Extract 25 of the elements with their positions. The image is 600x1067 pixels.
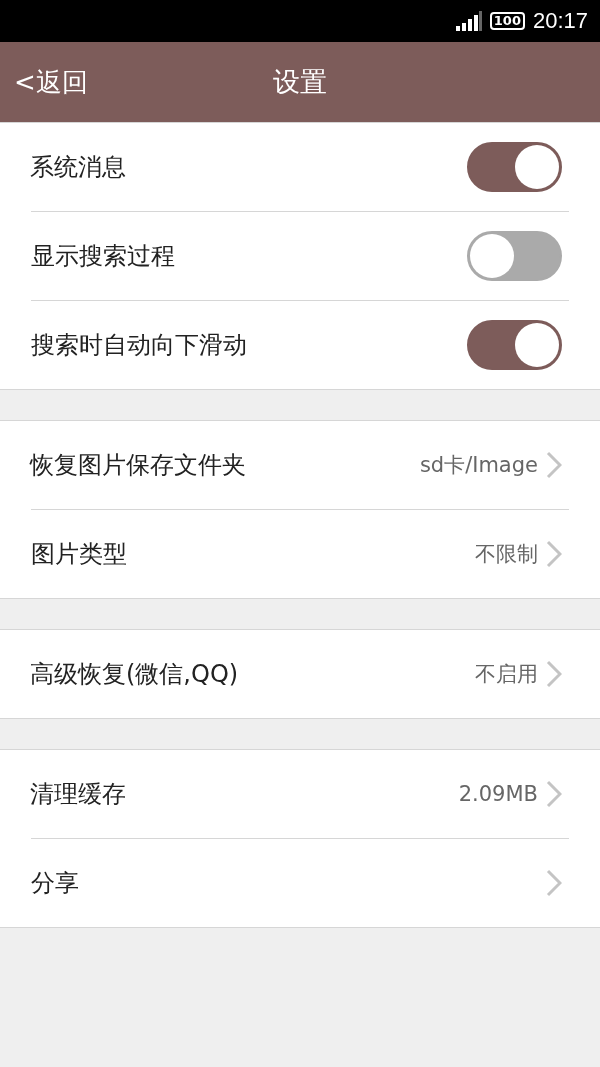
setting-label[interactable]: 恢复图片保存文件夹	[30, 449, 420, 481]
setting-value: 不启用	[475, 661, 538, 688]
toggle-switch[interactable]	[467, 320, 562, 370]
signal-icon	[455, 11, 482, 31]
clock-time: 20:17	[532, 8, 588, 34]
toggle-switch[interactable]	[467, 142, 562, 192]
setting-label: 系统消息	[30, 152, 127, 183]
setting-label[interactable]: 清理缓存	[30, 778, 459, 810]
page-title: 设置	[273, 65, 327, 99]
chevron-icon	[546, 780, 562, 808]
battery-level: 100	[489, 12, 525, 30]
setting-label: 显示搜索过程	[31, 241, 176, 272]
setting-value: 不限制	[475, 541, 538, 568]
setting-label[interactable]: 分享	[31, 867, 546, 899]
chevron-icon	[546, 451, 562, 479]
setting-label[interactable]: 高级恢复(微信,QQ)	[30, 658, 475, 690]
chevron-icon	[546, 540, 562, 568]
setting-label[interactable]: 图片类型	[31, 538, 475, 570]
chevron-icon	[546, 660, 562, 688]
setting-value: 2.09MB	[458, 782, 538, 806]
chevron-icon	[546, 869, 562, 897]
back-button[interactable]: <返回	[14, 64, 88, 100]
setting-value: sd卡/Image	[419, 452, 538, 479]
setting-label: 搜索时自动向下滑动	[31, 330, 248, 361]
toggle-switch[interactable]	[467, 231, 562, 281]
